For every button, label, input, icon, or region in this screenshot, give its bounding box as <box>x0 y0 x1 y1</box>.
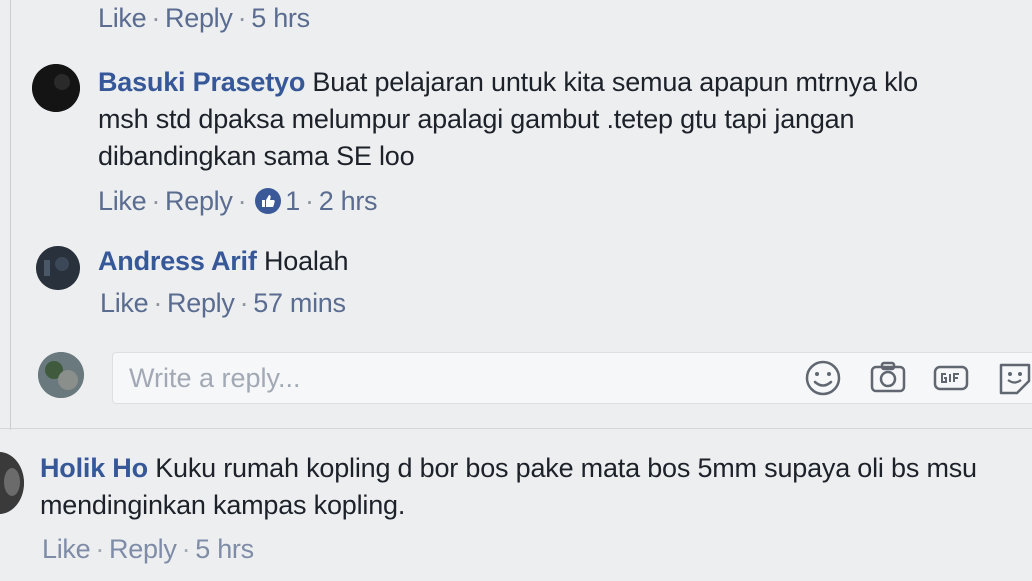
comment-line: msh std dpaksa melumpur apalagi gambut .… <box>98 104 855 134</box>
like-reaction-icon[interactable] <box>255 188 282 214</box>
avatar-image <box>0 452 24 514</box>
reaction-count[interactable]: 1 <box>285 186 300 216</box>
author-name[interactable]: Basuki Prasetyo <box>98 67 305 97</box>
like-link[interactable]: Like <box>42 534 91 564</box>
reply-link[interactable]: Reply <box>165 3 233 33</box>
timestamp[interactable]: 2 hrs <box>319 186 378 216</box>
andress-comment-actions: Like · Reply · 57 mins <box>100 288 346 318</box>
comment-body: Buat pelajaran untuk kita semua apapun m… <box>312 67 918 97</box>
reply-input[interactable] <box>129 361 629 395</box>
reply-link[interactable]: Reply <box>165 186 233 216</box>
comment-line: mendinginkan kampas kopling. <box>40 490 406 520</box>
gif-icon[interactable] <box>931 359 971 397</box>
reply-link[interactable]: Reply <box>167 288 235 318</box>
timestamp[interactable]: 5 hrs <box>251 3 310 33</box>
author-name[interactable]: Holik Ho <box>40 453 148 483</box>
avatar-basuki[interactable] <box>32 64 80 112</box>
avatar-image <box>36 246 80 290</box>
comment-holik: Holik Ho Kuku rumah kopling d bor bos pa… <box>40 450 1032 524</box>
timestamp[interactable]: 57 mins <box>253 288 346 318</box>
author-name[interactable]: Andress Arif <box>98 246 257 276</box>
avatar-holik[interactable] <box>0 452 24 514</box>
reply-link[interactable]: Reply <box>109 534 177 564</box>
comment-basuki: Basuki Prasetyo Buat pelajaran untuk kit… <box>98 64 1018 175</box>
timestamp[interactable]: 5 hrs <box>195 534 254 564</box>
comment-line: Holik Ho Kuku rumah kopling d bor bos pa… <box>40 450 1032 487</box>
current-user-avatar <box>38 352 84 398</box>
basuki-comment-actions: Like · Reply · 1 · 2 hrs <box>98 186 378 216</box>
camera-icon[interactable] <box>868 359 908 397</box>
top-comment-actions: Like · Reply · 5 hrs <box>98 3 310 33</box>
sticker-icon[interactable] <box>995 359 1032 397</box>
emoji-icon[interactable] <box>803 359 843 397</box>
avatar-image <box>38 352 84 398</box>
like-link[interactable]: Like <box>100 288 149 318</box>
holik-comment-actions: Like · Reply · 5 hrs <box>42 534 254 564</box>
section-divider <box>0 428 1032 429</box>
comment-line: Basuki Prasetyo Buat pelajaran untuk kit… <box>98 64 1018 101</box>
comment-body: Hoalah <box>263 246 349 276</box>
comment-line: dibandingkan sama SE loo <box>98 141 415 171</box>
avatar-andress[interactable] <box>36 246 80 290</box>
like-link[interactable]: Like <box>98 186 147 216</box>
thread-indent-line <box>10 0 11 430</box>
reply-composer[interactable] <box>112 352 1032 404</box>
comment-andress: Andress Arif Hoalah <box>98 243 998 280</box>
avatar-image <box>32 64 80 112</box>
like-link[interactable]: Like <box>98 3 147 33</box>
comment-body: Kuku rumah kopling d bor bos pake mata b… <box>155 453 977 483</box>
